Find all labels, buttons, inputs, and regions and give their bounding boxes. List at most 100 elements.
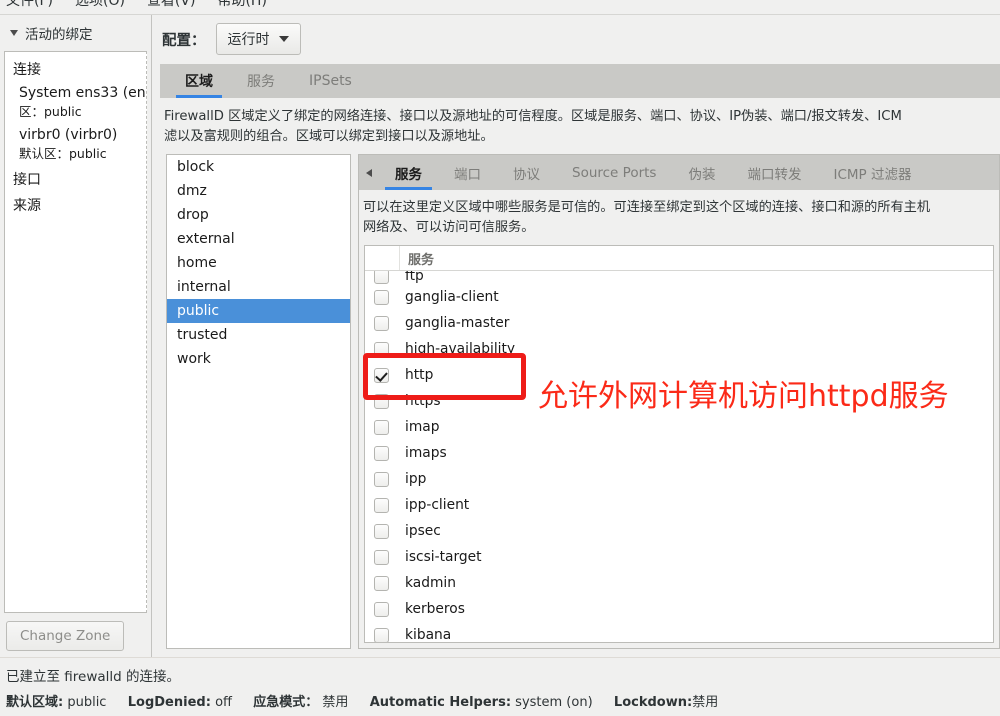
bindings-tree[interactable]: 连接 System ens33 (ens33) 区：public virbr0 …: [4, 51, 147, 613]
service-name: imaps: [405, 445, 447, 461]
zone-description: FirewallD 区域定义了绑定的网络连接、接口以及源地址的可信程度。区域是服…: [164, 109, 902, 144]
service-checkbox[interactable]: [374, 549, 389, 565]
service-checkbox[interactable]: [374, 523, 389, 539]
service-name: http: [405, 367, 434, 383]
active-bindings-header[interactable]: 活动的绑定: [0, 15, 151, 51]
service-checkbox[interactable]: [374, 445, 389, 461]
service-checkbox[interactable]: [374, 575, 389, 591]
configuration-select[interactable]: 运行时: [215, 23, 301, 55]
zones-tab-page: FirewallD 区域定义了绑定的网络连接、接口以及源地址的可信程度。区域是服…: [160, 98, 1000, 657]
chevron-left-icon[interactable]: [359, 155, 379, 190]
zone-area: block dmz drop external home internal pu…: [160, 154, 1000, 657]
configuration-row: 配置： 运行时: [160, 15, 1000, 64]
detail-tab-services[interactable]: 服务: [379, 155, 438, 190]
service-name: ganglia-client: [405, 289, 499, 305]
table-row[interactable]: ipp-client: [365, 492, 993, 518]
zone-item-block[interactable]: block: [167, 155, 350, 179]
connection-status-message: 已建立至 firewalld 的连接。: [6, 669, 181, 685]
zone-item-drop[interactable]: drop: [167, 203, 350, 227]
change-zone-button[interactable]: Change Zone: [6, 621, 125, 651]
table-row[interactable]: kadmin: [365, 570, 993, 596]
table-row[interactable]: https: [365, 388, 993, 414]
menu-item-view[interactable]: 查看(V): [147, 0, 196, 10]
table-row[interactable]: ftp: [365, 271, 993, 284]
detail-tab-protocols[interactable]: 协议: [497, 155, 556, 190]
table-row[interactable]: kerberos: [365, 596, 993, 622]
zone-item-work[interactable]: work: [167, 347, 350, 371]
panic-mode-label: 应急模式：: [253, 695, 319, 710]
service-name: https: [405, 393, 441, 409]
tree-item-connection[interactable]: virbr0 (virbr0) 默认区：public: [5, 124, 146, 166]
zone-item-external[interactable]: external: [167, 227, 350, 251]
service-checkbox[interactable]: [374, 627, 389, 642]
tree-item-connection[interactable]: System ens33 (ens33) 区：public: [5, 82, 146, 124]
connection-name: System ens33 (ens33): [19, 85, 146, 101]
service-checkbox[interactable]: [374, 315, 389, 331]
logdenied-label: LogDenied:: [127, 695, 211, 710]
service-checkbox-checked[interactable]: [374, 367, 389, 383]
service-checkbox[interactable]: [374, 341, 389, 357]
zone-item-dmz[interactable]: dmz: [167, 179, 350, 203]
service-name: ipsec: [405, 523, 441, 539]
detail-tab-icmp-filter[interactable]: ICMP 过滤器: [817, 155, 927, 190]
zone-item-home[interactable]: home: [167, 251, 350, 275]
configuration-label: 配置：: [162, 32, 206, 49]
tab-zones[interactable]: 区域: [168, 64, 230, 98]
detail-tab-ports[interactable]: 端口: [438, 155, 497, 190]
services-table-header: 服务: [365, 246, 993, 271]
tab-ipsets[interactable]: IPSets: [292, 64, 369, 98]
configuration-selected-value: 运行时: [227, 32, 270, 48]
service-name: ipp: [405, 471, 427, 487]
detail-tab-source-ports[interactable]: Source Ports: [556, 155, 672, 190]
zone-item-internal[interactable]: internal: [167, 275, 350, 299]
tree-group-interfaces[interactable]: 接口: [5, 166, 146, 192]
zone-item-trusted[interactable]: trusted: [167, 323, 350, 347]
configuration-panel: 配置： 运行时 区域 服务 IPSets FirewallD 区域定义了绑定的网…: [152, 15, 1000, 657]
connection-zone: 区：public: [19, 104, 82, 119]
table-row[interactable]: high-availability: [365, 336, 993, 362]
service-checkbox[interactable]: [374, 601, 389, 617]
tree-group-connections[interactable]: 连接: [5, 56, 146, 82]
table-row[interactable]: kibana: [365, 622, 993, 642]
service-name: kadmin: [405, 575, 456, 591]
chevron-down-icon: [10, 30, 18, 36]
default-zone-value: public: [67, 695, 107, 710]
tree-group-sources[interactable]: 来源: [5, 192, 146, 218]
service-checkbox[interactable]: [374, 289, 389, 305]
detail-tab-bar: 服务 端口 协议 Source Ports 伪装 端口转发 ICMP 过滤器: [359, 155, 999, 190]
table-row[interactable]: ganglia-client: [365, 284, 993, 310]
zone-list[interactable]: block dmz drop external home internal pu…: [166, 154, 351, 649]
menu-item-file[interactable]: 文件(F): [6, 0, 53, 10]
service-checkbox[interactable]: [374, 497, 389, 513]
services-description: 可以在这里定义区域中哪些服务是可信的。可连接至绑定到这个区域的连接、接口和源的所…: [363, 200, 931, 235]
panic-mode-value: 禁用: [322, 695, 349, 710]
table-row[interactable]: ipp: [365, 466, 993, 492]
table-row[interactable]: imap: [365, 414, 993, 440]
service-checkbox[interactable]: [374, 271, 389, 284]
service-checkbox[interactable]: [374, 419, 389, 435]
service-name: ganglia-master: [405, 315, 510, 331]
table-row[interactable]: ipsec: [365, 518, 993, 544]
main-split: 活动的绑定 连接 System ens33 (ens33) 区：public v…: [0, 15, 1000, 657]
tab-services[interactable]: 服务: [230, 64, 292, 98]
service-checkbox[interactable]: [374, 471, 389, 487]
services-table-body[interactable]: ftp ganglia-client ganglia-master high-a…: [365, 271, 993, 642]
zone-item-public[interactable]: public: [167, 299, 350, 323]
menu-item-help[interactable]: 帮助(H): [217, 0, 266, 10]
lockdown-label: Lockdown:: [613, 695, 693, 710]
detail-tab-port-forwarding[interactable]: 端口转发: [731, 155, 817, 190]
active-bindings-title: 活动的绑定: [25, 27, 93, 43]
main-tab-bar: 区域 服务 IPSets: [160, 64, 1000, 98]
service-name: kerberos: [405, 601, 465, 617]
status-summary: 默认区域: public LogDenied: off 应急模式： 禁用 Aut…: [4, 691, 1000, 710]
table-row[interactable]: iscsi-target: [365, 544, 993, 570]
service-name: ftp: [405, 271, 424, 284]
table-row[interactable]: imaps: [365, 440, 993, 466]
service-checkbox[interactable]: [374, 393, 389, 409]
menu-item-options[interactable]: 选项(O): [75, 0, 125, 10]
table-row[interactable]: ganglia-master: [365, 310, 993, 336]
service-name: ipp-client: [405, 497, 470, 513]
active-bindings-panel: 活动的绑定 连接 System ens33 (ens33) 区：public v…: [0, 15, 152, 657]
detail-tab-masquerade[interactable]: 伪装: [672, 155, 731, 190]
table-row[interactable]: http: [365, 362, 993, 388]
